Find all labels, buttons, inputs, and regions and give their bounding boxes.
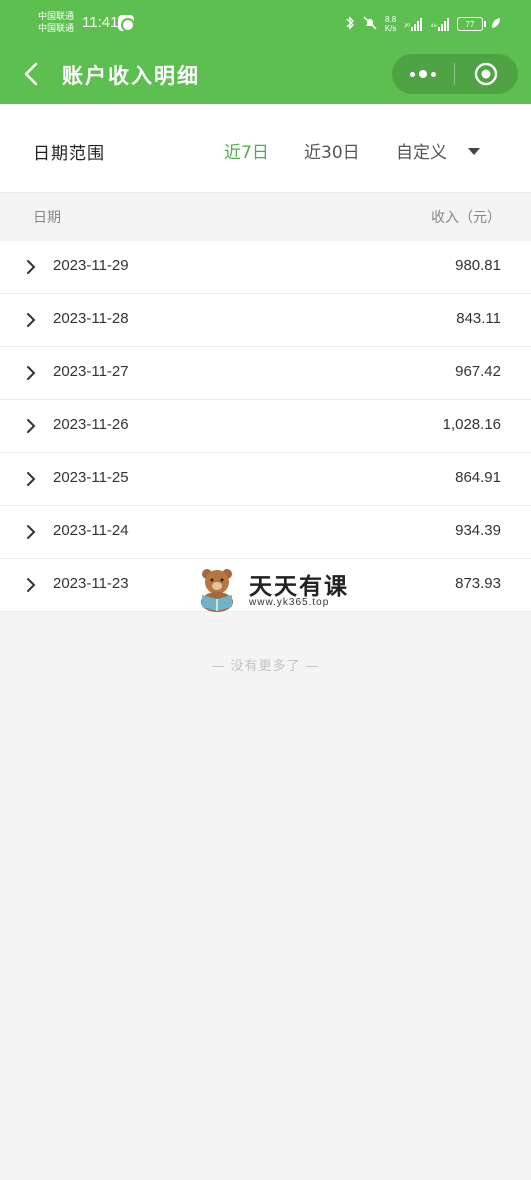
top-bar: 中国联通 中国联通 11:41 8.8 K/s ²⁰ ⁴⁶ 77 账户收入明细 bbox=[0, 0, 531, 104]
column-header-income: 收入（元） bbox=[431, 210, 501, 226]
battery-level: 77 bbox=[465, 19, 475, 29]
table-row[interactable]: 2023-11-25 864.91 bbox=[0, 453, 531, 506]
chevron-left-icon bbox=[24, 62, 38, 86]
row-amount: 980.81 bbox=[455, 257, 501, 274]
net-speed-value: 8.8 bbox=[385, 15, 397, 24]
table-header: 日期 收入（元） bbox=[0, 192, 531, 240]
net-speed-unit: K/s bbox=[384, 24, 397, 33]
table-row[interactable]: 2023-11-29 980.81 bbox=[0, 241, 531, 294]
target-circle-icon bbox=[474, 62, 498, 86]
chevron-right-icon bbox=[27, 313, 36, 327]
signal-bars-icon bbox=[438, 17, 449, 31]
bear-reading-icon bbox=[201, 569, 233, 612]
signal-2-label: ⁴⁶ bbox=[430, 22, 437, 31]
row-date: 2023-11-29 bbox=[53, 257, 129, 274]
watermark-url: www.yk365.top bbox=[249, 597, 330, 608]
row-date: 2023-11-24 bbox=[53, 522, 129, 539]
row-amount: 843.11 bbox=[456, 310, 501, 327]
row-date: 2023-11-23 bbox=[53, 575, 129, 592]
column-header-date: 日期 bbox=[33, 210, 61, 226]
status-icons: 8.8 K/s ²⁰ ⁴⁶ 77 bbox=[345, 12, 501, 36]
chevron-right-icon bbox=[27, 366, 36, 380]
watermark-name: 天天有课 bbox=[249, 574, 349, 600]
table-row[interactable]: 2023-11-24 934.39 bbox=[0, 506, 531, 559]
chevron-right-icon bbox=[27, 260, 36, 274]
watermark: 天天有课 www.yk365.top bbox=[193, 565, 363, 615]
battery-icon: 77 bbox=[457, 17, 486, 31]
row-amount: 1,028.16 bbox=[442, 416, 501, 433]
back-button[interactable] bbox=[16, 56, 46, 92]
row-amount: 934.39 bbox=[455, 522, 501, 539]
status-time: 11:41 bbox=[82, 14, 119, 31]
net-speed: 8.8 K/s bbox=[385, 15, 397, 33]
row-date: 2023-11-27 bbox=[53, 363, 129, 380]
mini-program-capsule bbox=[392, 54, 518, 94]
filter-option-30-days[interactable]: 近30日 bbox=[304, 138, 360, 163]
carrier-1: 中国联通 bbox=[38, 12, 75, 22]
income-list: 2023-11-29 980.81 2023-11-28 843.11 2023… bbox=[0, 241, 531, 612]
carrier-2: 中国联通 bbox=[38, 24, 75, 34]
row-date: 2023-11-28 bbox=[53, 310, 129, 327]
caret-down-icon[interactable] bbox=[468, 148, 480, 155]
table-row[interactable]: 2023-11-26 1,028.16 bbox=[0, 400, 531, 453]
close-mini-program-button[interactable] bbox=[455, 54, 517, 94]
carrier-info: 中国联通 中国联通 bbox=[38, 11, 74, 35]
chevron-right-icon bbox=[27, 419, 36, 433]
page-title: 账户收入明细 bbox=[62, 64, 200, 88]
filter-option-custom[interactable]: 自定义 bbox=[396, 138, 447, 163]
app-notification-icon bbox=[118, 15, 135, 32]
date-range-filter: 日期范围 近7日 近30日 自定义 bbox=[0, 104, 531, 192]
row-amount: 967.42 bbox=[455, 363, 501, 380]
filter-label: 日期范围 bbox=[33, 144, 105, 164]
row-date: 2023-11-26 bbox=[53, 416, 129, 433]
mute-bell-icon bbox=[363, 16, 377, 33]
bluetooth-icon bbox=[345, 15, 355, 33]
chevron-right-icon bbox=[27, 472, 36, 486]
nav-bar: 账户收入明细 bbox=[0, 48, 531, 104]
table-row[interactable]: 2023-11-27 967.42 bbox=[0, 347, 531, 400]
row-date: 2023-11-25 bbox=[53, 469, 129, 486]
signal-1-label: ²⁰ bbox=[404, 22, 411, 31]
status-bar: 中国联通 中国联通 11:41 8.8 K/s ²⁰ ⁴⁶ 77 bbox=[0, 0, 531, 48]
table-row[interactable]: 2023-11-28 843.11 bbox=[0, 294, 531, 347]
row-amount: 873.93 bbox=[455, 575, 501, 592]
filter-option-7-days[interactable]: 近7日 bbox=[224, 138, 269, 163]
chevron-right-icon bbox=[27, 578, 36, 592]
more-dots-icon bbox=[410, 70, 436, 78]
no-more-text: — 没有更多了 — bbox=[211, 659, 320, 674]
chevron-right-icon bbox=[27, 525, 36, 539]
more-button[interactable] bbox=[392, 54, 454, 94]
signal-2: ⁴⁶ bbox=[430, 17, 449, 31]
signal-bars-icon bbox=[411, 17, 423, 31]
row-amount: 864.91 bbox=[455, 469, 501, 486]
leaf-icon bbox=[491, 17, 501, 32]
signal-1: ²⁰ bbox=[404, 17, 423, 31]
